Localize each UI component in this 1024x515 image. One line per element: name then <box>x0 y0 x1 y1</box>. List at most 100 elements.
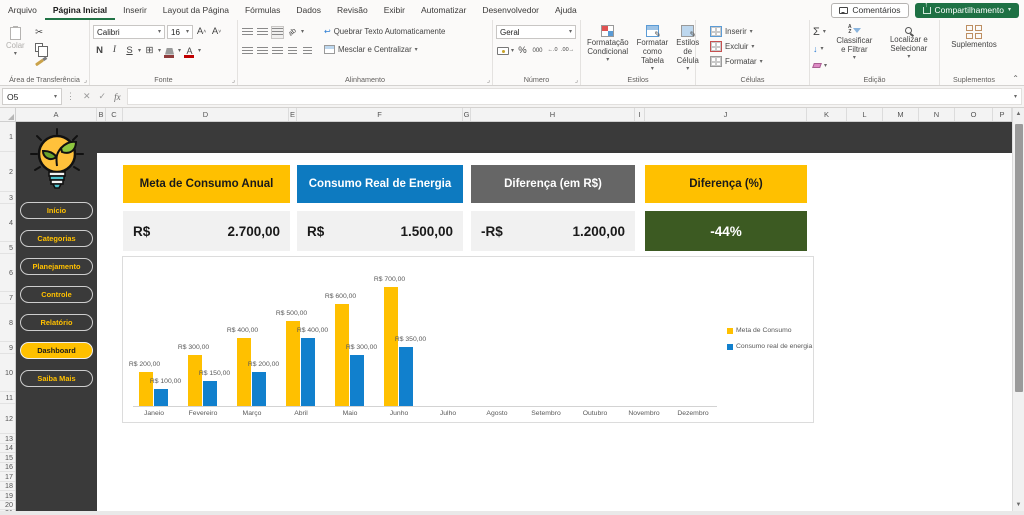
decrease-decimal-button[interactable]: .00→ <box>561 45 574 58</box>
increase-indent-icon[interactable] <box>301 45 314 58</box>
insert-cells-button[interactable]: Inserir ▾ <box>710 24 806 39</box>
row-header-10[interactable]: 10 <box>0 354 15 392</box>
tab-página-inicial[interactable]: Página Inicial <box>45 0 115 20</box>
comma-style-button[interactable]: 000 <box>531 45 544 58</box>
chevron-down-icon[interactable]: ▾ <box>158 48 161 54</box>
comments-button[interactable]: Comentários <box>831 3 908 18</box>
borders-icon[interactable]: ⊞ <box>143 45 156 58</box>
row-header-1[interactable]: 1 <box>0 122 15 152</box>
collapse-ribbon-icon[interactable]: ⌃ <box>1012 74 1019 83</box>
accounting-format-icon[interactable] <box>496 45 509 58</box>
share-button[interactable]: Compartilhamento ▾ <box>915 3 1019 18</box>
tab-exibir[interactable]: Exibir <box>376 0 413 20</box>
fill-color-icon[interactable] <box>163 45 176 58</box>
align-center-icon[interactable] <box>256 45 269 58</box>
insert-function-icon[interactable]: fx <box>110 92 125 102</box>
merge-center-button[interactable]: Mesclar e Centralizar ▾ <box>324 42 445 57</box>
bold-button[interactable]: N <box>93 45 106 58</box>
chevron-down-icon[interactable]: ▾ <box>198 48 201 54</box>
autosum-button[interactable]: Σ▾ <box>813 25 827 40</box>
column-header-J[interactable]: J <box>645 108 807 121</box>
cut-icon[interactable]: ✂ <box>33 26 46 39</box>
align-left-icon[interactable] <box>241 45 254 58</box>
column-header-P[interactable]: P <box>993 108 1012 121</box>
tab-dados[interactable]: Dados <box>288 0 329 20</box>
tab-inserir[interactable]: Inserir <box>115 0 155 20</box>
sidebar-item-categorias[interactable]: Categorias <box>20 230 93 247</box>
consumption-bar-chart[interactable]: JaneioFevereiroMarçoAbrilMaioJunhoJulhoA… <box>122 256 814 423</box>
row-header-2[interactable]: 2 <box>0 152 15 192</box>
align-top-icon[interactable] <box>241 26 254 39</box>
sidebar-item-início[interactable]: Início <box>20 202 93 219</box>
orientation-icon[interactable]: ab <box>283 23 301 41</box>
row-header-11[interactable]: 11 <box>0 392 15 404</box>
tab-ajuda[interactable]: Ajuda <box>547 0 585 20</box>
tab-arquivo[interactable]: Arquivo <box>0 0 45 20</box>
sidebar-item-saiba-mais[interactable]: Saiba Mais <box>20 370 93 387</box>
paste-button[interactable]: Colar ▾ <box>3 24 28 69</box>
sidebar-item-controle[interactable]: Controle <box>20 286 93 303</box>
dialog-launcher-icon[interactable]: ⌟ <box>84 76 87 84</box>
format-painter-icon[interactable] <box>33 56 46 69</box>
sheet-canvas[interactable]: Início Categorias Planejamento Controle Rela… <box>0 122 1012 511</box>
font-color-icon[interactable]: A <box>183 45 196 58</box>
tab-desenvolvedor[interactable]: Desenvolvedor <box>474 0 547 20</box>
row-header-3[interactable]: 3 <box>0 192 15 204</box>
wrap-text-button[interactable]: ↩ Quebrar Texto Automaticamente <box>324 24 445 39</box>
row-header-9[interactable]: 9 <box>0 342 15 354</box>
format-cells-button[interactable]: Formatar ▾ <box>710 54 806 69</box>
column-header-F[interactable]: F <box>297 108 463 121</box>
row-header-14[interactable]: 14 <box>0 444 15 454</box>
row-header-17[interactable]: 17 <box>0 472 15 482</box>
row-header-4[interactable]: 4 <box>0 204 15 242</box>
align-right-icon[interactable] <box>271 45 284 58</box>
column-header-O[interactable]: O <box>955 108 993 121</box>
addins-button[interactable]: Suplementos <box>943 24 1005 51</box>
row-header-16[interactable]: 16 <box>0 463 15 473</box>
row-header-5[interactable]: 5 <box>0 242 15 254</box>
sidebar-item-planejamento[interactable]: Planejamento <box>20 258 93 275</box>
fill-button[interactable]: ↓▾ <box>813 42 827 57</box>
name-box[interactable]: O5 ▾ <box>2 88 62 105</box>
scrollbar-thumb[interactable] <box>1015 124 1023 392</box>
formula-input[interactable]: ▾ <box>127 88 1022 105</box>
italic-button[interactable]: I <box>108 45 121 58</box>
align-bottom-icon[interactable] <box>271 26 284 39</box>
conditional-formatting-button[interactable]: Formatação Condicional ▾ <box>584 24 632 73</box>
tab-automatizar[interactable]: Automatizar <box>413 0 474 20</box>
column-header-G[interactable]: G <box>463 108 471 121</box>
column-header-B[interactable]: B <box>97 108 106 121</box>
percent-style-button[interactable]: % <box>516 45 529 58</box>
underline-button[interactable]: S <box>123 45 136 58</box>
copy-icon[interactable] <box>33 41 46 54</box>
column-header-D[interactable]: D <box>123 108 289 121</box>
delete-cells-button[interactable]: Excluir ▾ <box>710 39 806 54</box>
sidebar-item-relatório[interactable]: Relatório <box>20 314 93 331</box>
column-header-M[interactable]: M <box>883 108 919 121</box>
column-header-H[interactable]: H <box>471 108 635 121</box>
number-format-select[interactable]: Geral ▾ <box>496 25 576 39</box>
row-header-6[interactable]: 6 <box>0 254 15 292</box>
column-header-I[interactable]: I <box>635 108 645 121</box>
decrease-indent-icon[interactable] <box>286 45 299 58</box>
row-header-18[interactable]: 18 <box>0 482 15 492</box>
chevron-down-icon[interactable]: ▾ <box>178 48 181 54</box>
row-header-7[interactable]: 7 <box>0 292 15 304</box>
select-all-corner[interactable] <box>0 108 16 121</box>
row-header-13[interactable]: 13 <box>0 434 15 444</box>
vertical-scrollbar[interactable]: ▲ ▼ <box>1012 108 1024 511</box>
dialog-launcher-icon[interactable]: ⌟ <box>232 76 235 84</box>
increase-decimal-button[interactable]: ←.0 <box>546 45 559 58</box>
tab-fórmulas[interactable]: Fórmulas <box>237 0 288 20</box>
row-header-19[interactable]: 19 <box>0 491 15 501</box>
font-size-select[interactable]: 16 ▾ <box>167 25 193 39</box>
format-as-table-button[interactable]: ✎ Formatar como Tabela ▾ <box>634 24 672 73</box>
dialog-launcher-icon[interactable]: ⌟ <box>487 76 490 84</box>
chevron-down-icon[interactable]: ▾ <box>138 48 141 54</box>
column-header-A[interactable]: A <box>16 108 97 121</box>
scroll-down-icon[interactable]: ▼ <box>1013 502 1024 508</box>
tab-layout-da-página[interactable]: Layout da Página <box>155 0 237 20</box>
column-header-E[interactable]: E <box>289 108 297 121</box>
find-select-button[interactable]: Localizar e Selecionar ▾ <box>882 24 936 73</box>
dialog-launcher-icon[interactable]: ⌟ <box>575 76 578 84</box>
